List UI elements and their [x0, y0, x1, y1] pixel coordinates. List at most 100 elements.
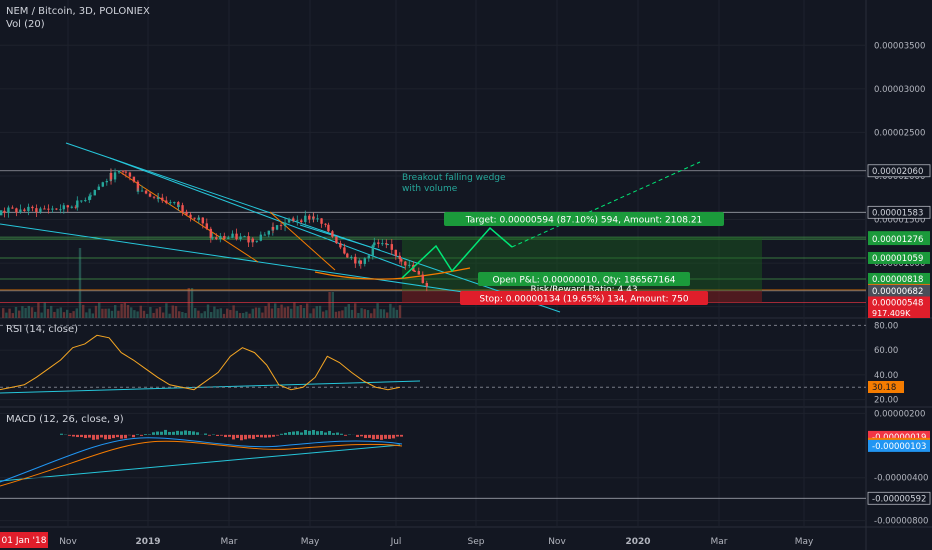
- price-tag-label: 0.00000548: [872, 298, 923, 308]
- macd-histogram-bar: [336, 432, 339, 435]
- volume-bar: [136, 311, 139, 318]
- candle-body: [3, 210, 6, 213]
- candle-body: [66, 205, 69, 208]
- volume-bar: [354, 303, 357, 318]
- macd-histogram-bar: [288, 432, 291, 435]
- candle-body: [157, 197, 160, 199]
- volume-bar: [158, 306, 162, 318]
- candle-body: [275, 225, 279, 230]
- macd-histogram-bar: [96, 434, 99, 440]
- volume-bar: [293, 302, 296, 318]
- candle-body: [346, 253, 349, 258]
- candle-body: [161, 197, 164, 201]
- macd-histogram-bar: [244, 434, 247, 440]
- candle-body: [308, 215, 311, 220]
- macd-histogram-bar: [276, 434, 279, 436]
- chart-canvas[interactable]: Breakout falling wedgewith volume Nov 201…: [0, 0, 932, 550]
- macd-histogram-bar: [180, 431, 183, 435]
- macd-histogram-bar: [300, 432, 303, 435]
- volume-bar: [302, 307, 306, 318]
- volume-bar: [18, 310, 21, 318]
- volume-bar: [283, 307, 286, 318]
- volume-bar: [72, 311, 75, 318]
- candle-body: [197, 217, 200, 220]
- candle-body: [231, 233, 234, 237]
- candle-body: [181, 205, 184, 212]
- macd-histogram-bar: [368, 434, 371, 438]
- macd-histogram-bar: [172, 431, 175, 435]
- macd-histogram-bar: [104, 434, 107, 440]
- volume-bar: [24, 308, 27, 318]
- candle-body: [19, 209, 22, 213]
- macd-histogram-bar: [264, 434, 267, 438]
- candle-body: [394, 249, 397, 256]
- volume-bar: [203, 311, 206, 318]
- volume-bar: [146, 313, 149, 318]
- volume-bar: [66, 309, 69, 318]
- x-tick-label: May: [795, 537, 814, 547]
- candle-body: [296, 220, 299, 222]
- macd-histogram-bar: [372, 434, 375, 440]
- volume-bar: [315, 306, 318, 318]
- volume-bar: [85, 312, 88, 318]
- macd-histogram-bar: [392, 434, 395, 439]
- macd-histogram-bar: [124, 434, 127, 439]
- macd-histogram-bar: [80, 434, 83, 438]
- macd-histogram-bar: [284, 432, 287, 435]
- volume-bar: [235, 310, 238, 318]
- volume-bar: [331, 292, 334, 318]
- volume-bar: [242, 313, 245, 318]
- candle-body: [373, 242, 376, 246]
- volume-bar: [267, 303, 270, 318]
- candle-body: [55, 208, 58, 210]
- macd-histogram-bar: [292, 431, 295, 435]
- macd-histogram-bar: [252, 434, 255, 439]
- macd-histogram-bar: [116, 434, 119, 438]
- macd-histogram-bar: [296, 431, 299, 435]
- candle-body: [354, 256, 357, 264]
- candle-body: [390, 244, 393, 250]
- candle-body: [0, 210, 3, 216]
- volume-bar: [5, 312, 8, 318]
- macd-histogram-bar: [220, 434, 223, 436]
- volume-bar: [366, 310, 370, 318]
- volume-bar: [8, 308, 11, 318]
- volume-bar: [277, 308, 280, 318]
- volume-bar: [11, 313, 14, 318]
- macd-histogram-bar: [248, 434, 251, 439]
- macd-histogram-bar: [76, 434, 79, 438]
- macd-histogram-bar: [360, 434, 363, 437]
- volume-bar: [139, 305, 142, 318]
- volume-bar: [325, 310, 328, 318]
- candle-body: [117, 170, 121, 173]
- macd-label: MACD (12, 26, close, 9): [6, 414, 124, 425]
- macd-histogram-bar: [344, 434, 347, 436]
- candle-body: [223, 235, 226, 239]
- volume-bar: [190, 288, 194, 318]
- x-start-label: 01 Jan '18: [2, 536, 47, 546]
- volume-bar: [178, 311, 181, 318]
- macd-histogram-bar: [112, 434, 115, 439]
- volume-bar: [290, 308, 293, 318]
- candle-body: [35, 208, 38, 212]
- volume-bar: [238, 313, 242, 318]
- volume-bar: [338, 311, 341, 318]
- volume-bar: [174, 306, 178, 318]
- macd-histogram-bar: [196, 432, 199, 435]
- volume-bar: [299, 304, 302, 318]
- volume-bar: [107, 308, 110, 318]
- candle-body: [359, 260, 362, 264]
- candle-body: [327, 224, 330, 232]
- macd-histogram-bar: [332, 433, 335, 435]
- price-tag-label: 0.00001059: [872, 254, 923, 264]
- stop-label: Stop: 0.00000134 (19.65%) 134, Amount: 7…: [479, 295, 688, 305]
- candle-body: [88, 196, 91, 201]
- candle-body: [136, 190, 140, 192]
- candle-body: [312, 216, 315, 219]
- candle-body: [259, 234, 262, 241]
- macd-tick-label: -0.00000800: [874, 517, 928, 527]
- volume-bar: [82, 304, 85, 318]
- volume-bar: [126, 305, 130, 318]
- macd-histogram-bar: [308, 430, 311, 435]
- candle-body: [316, 218, 319, 220]
